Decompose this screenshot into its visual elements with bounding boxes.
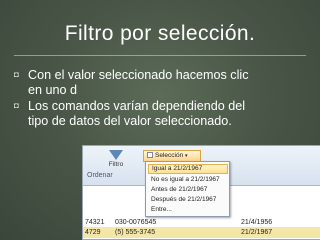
selection-label: Selección <box>155 152 184 159</box>
funnel-icon <box>109 150 123 160</box>
table-cell: 74321 <box>85 219 105 226</box>
bullet-item: ◘ Los comandos varían dependiendo del ti… <box>14 99 314 129</box>
sort-group-label: Ordenar <box>87 172 113 179</box>
title-divider <box>14 55 306 56</box>
bullet-item: ◘ Con el valor seleccionado hacemos clic… <box>14 68 314 98</box>
selection-menu: Igual a 21/2/1967 No es igual a 21/2/196… <box>145 161 230 217</box>
menu-item-between[interactable]: Entre... <box>148 205 228 215</box>
bullet-icon: ◘ <box>14 101 19 110</box>
menu-item-not-equal[interactable]: No es igual a 21/2/1967 <box>148 175 228 185</box>
embedded-screenshot: Filtro Ordenar Selección ▾ 74321 030-007… <box>82 145 320 240</box>
menu-item-before[interactable]: Antes de 21/2/1967 <box>148 185 228 195</box>
table-row-selected[interactable]: 4729 (5) 555-3745 21/2/1967 <box>83 228 320 238</box>
checkbox-icon <box>147 152 153 158</box>
table-cell: 4729 <box>85 229 101 236</box>
table-cell: 030-0076545 <box>115 219 157 226</box>
slide-title: Filtro por selección. <box>64 22 256 45</box>
table-cell: 21/4/1956 <box>241 219 273 226</box>
bullet-icon: ◘ <box>14 70 19 79</box>
table-cell: (5) 555-3745 <box>115 229 156 236</box>
bullet-text-line2: en uno d <box>28 83 78 97</box>
bullet-text-line1: Con el valor seleccionado hacemos clic <box>28 68 249 82</box>
chevron-down-icon: ▾ <box>185 153 188 159</box>
filter-button-label: Filtro <box>108 161 124 168</box>
bullet-list: ◘ Con el valor seleccionado hacemos clic… <box>14 68 314 130</box>
selected-date-cell[interactable]: 21/2/1967 <box>241 229 272 236</box>
bullet-text-line2: tipo de datos del valor seleccionado. <box>28 114 232 128</box>
menu-item-after[interactable]: Después de 21/2/1967 <box>148 195 228 205</box>
bullet-text-line1: Los comandos varían dependiendo del <box>28 99 246 113</box>
table-row[interactable]: 74321 030-0076545 21/4/1956 <box>83 218 320 228</box>
menu-item-equal[interactable]: Igual a 21/2/1967 <box>148 164 228 174</box>
